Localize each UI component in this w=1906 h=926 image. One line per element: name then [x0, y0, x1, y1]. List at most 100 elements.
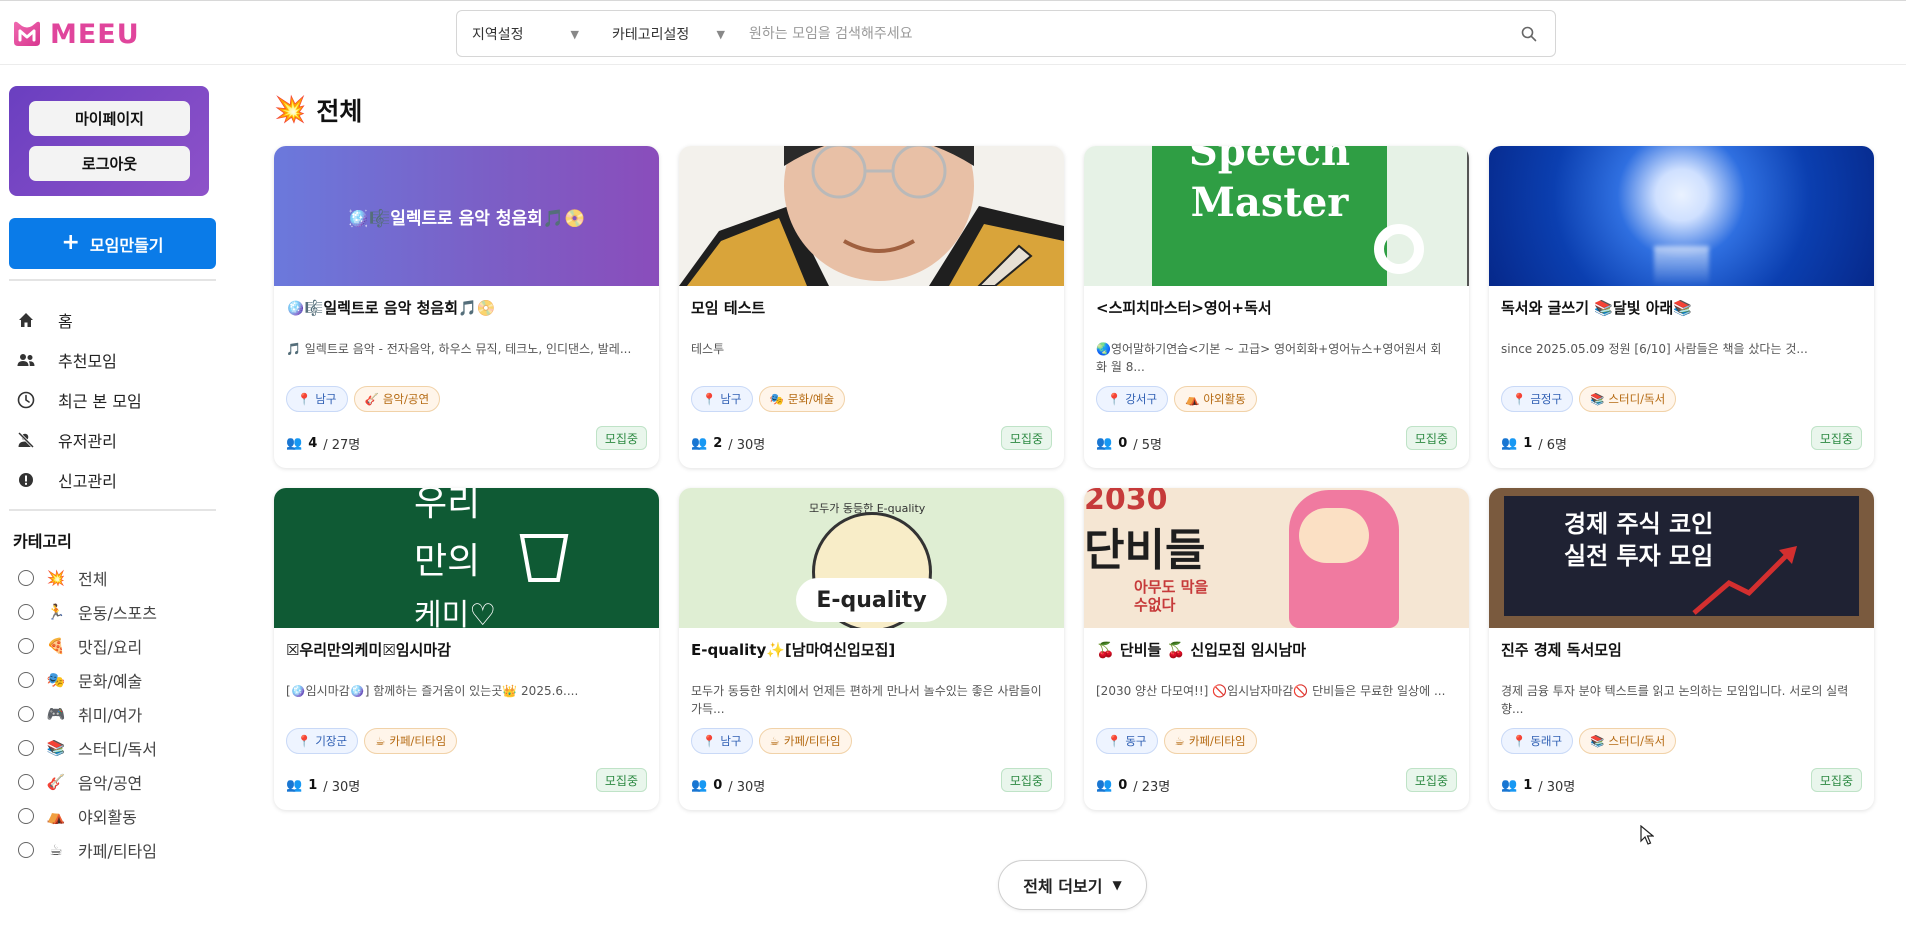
sidebar-item-user-management[interactable]: 유저관리 — [16, 424, 216, 456]
sidebar-item-recent[interactable]: 최근 본 모임 — [16, 384, 216, 416]
meeting-card[interactable]: 모두가 동등한 E-quality E-quality E-quality✨[남… — [679, 488, 1064, 810]
category-select[interactable]: 카테고리설정 ▼ — [597, 11, 737, 56]
card-tags: 📍 남구 🎭 문화/예술 — [691, 386, 846, 412]
category-filter-all[interactable]: 💥 전체 — [18, 564, 218, 592]
sidebar-item-label: 홈 — [58, 312, 73, 331]
card-title: 모임 테스트 — [691, 299, 766, 317]
category-filter-music[interactable]: 🎸 음악/공연 — [18, 768, 218, 796]
member-capacity: / 5명 — [1133, 438, 1162, 453]
mypage-button[interactable]: 마이페이지 — [29, 101, 190, 136]
category-filter-label: 문화/예술 — [78, 672, 143, 691]
coffee-icon: ☕ — [49, 841, 63, 859]
status-badge: 모집중 — [1405, 768, 1457, 792]
card-image: 경제 주식 코인 실전 투자 모임 — [1489, 488, 1874, 628]
radio-button[interactable] — [18, 808, 34, 824]
category-icon: 📚 — [1590, 392, 1605, 406]
category-filter-culture[interactable]: 🎭 문화/예술 — [18, 666, 218, 694]
category-filter-sports[interactable]: 🏃 운동/스포츠 — [18, 598, 218, 626]
member-current: 0 — [1118, 778, 1128, 793]
category-filter-study[interactable]: 📚 스터디/독서 — [18, 734, 218, 762]
poster-circle — [1374, 224, 1424, 274]
member-current: 1 — [1523, 436, 1533, 451]
radio-button[interactable] — [18, 842, 34, 858]
category-tag: 📚 스터디/독서 — [1579, 386, 1677, 412]
radio-button[interactable] — [18, 740, 34, 756]
category-filter-outdoor[interactable]: ⛺ 야외활동 — [18, 802, 218, 830]
radio-button[interactable] — [18, 706, 34, 722]
card-description: since 2025.05.09 정원 [6/10] 사람들은 책을 샀다는 것… — [1501, 342, 1808, 356]
sidebar-item-recommended[interactable]: 추천모임 — [16, 344, 216, 376]
guitar-icon: 🎸 — [46, 773, 66, 791]
search-input[interactable] — [737, 11, 1503, 56]
status-badge: 모집중 — [1405, 426, 1457, 450]
logout-button[interactable]: 로그아웃 — [29, 146, 190, 181]
card-image-title: 단비들 — [1084, 525, 1206, 576]
category-filter-food[interactable]: 🍕 맛집/요리 — [18, 632, 218, 660]
sidebar-item-report-management[interactable]: 신고관리 — [16, 464, 216, 496]
member-capacity: / 27명 — [323, 438, 361, 453]
location-text: 동구 — [1125, 734, 1147, 748]
location-tag: 📍 남구 — [691, 728, 753, 754]
load-more-button[interactable]: 전체 더보기 ▼ — [998, 860, 1147, 910]
search-button[interactable] — [1503, 11, 1555, 56]
meeting-card[interactable]: 경제 주식 코인 실전 투자 모임 진주 경제 독서모임 경제 금융 투자 분야… — [1489, 488, 1874, 810]
trend-arrow — [1692, 546, 1797, 615]
region-select[interactable]: 지역설정 ▼ — [457, 11, 597, 56]
radio-button[interactable] — [18, 774, 34, 790]
radio-button[interactable] — [18, 672, 34, 688]
radio-button[interactable] — [18, 570, 34, 586]
card-description: 모두가 동등한 위치에서 언제든 편하게 만나서 놀수있는 좋은 사람들이 가득… — [691, 684, 1042, 716]
category-tag: 📚 스터디/독서 — [1579, 728, 1677, 754]
card-title: 🍒 단비들 🍒 신입모집 임시남마 — [1096, 641, 1307, 659]
member-count: 👥 0 / 30명 — [691, 776, 765, 795]
card-title: E-quality✨[남마여신입모집] — [691, 641, 896, 659]
create-meeting-button[interactable]: + 모임만들기 — [9, 218, 216, 269]
card-image — [679, 146, 1064, 286]
category-filter-cafe[interactable]: ☕ 카페/티타임 — [18, 836, 218, 864]
card-description: 🎵 일렉트로 음악 - 전자음악, 하우스 뮤직, 테크노, 인디댄스, 발레.… — [286, 342, 632, 356]
radio-button[interactable] — [18, 638, 34, 654]
category-icon: ☕ — [1174, 734, 1185, 748]
portrait-illustration — [679, 146, 1064, 286]
sidebar-item-label: 유저관리 — [58, 432, 117, 451]
runner-icon: 🏃 — [46, 603, 66, 621]
category-tag: ☕ 카페/티타임 — [1163, 728, 1257, 754]
meeting-card[interactable]: 🪩🎼일렉트로 음악 청음회🎵📀 🪩🎼일렉트로 음악 청음회🎵📀 🎵 일렉트로 음… — [274, 146, 659, 468]
meeting-card[interactable]: Speech Master <스피치마스터>영어+독서 🌏영어말하기연습<기본 … — [1084, 146, 1469, 468]
card-description: 경제 금융 투자 분야 텍스트를 읽고 논의하는 모임입니다. 서로의 실력 향… — [1501, 684, 1849, 716]
chevron-down-icon: ▼ — [1112, 878, 1122, 892]
members-icon: 👥 — [691, 436, 708, 451]
app-logo[interactable]: MEEU — [12, 19, 140, 50]
category-filter-label: 취미/여가 — [78, 706, 143, 725]
category-icon: ☕ — [375, 734, 386, 748]
category-text: 스터디/독서 — [1608, 734, 1666, 748]
meeting-card[interactable]: 2030 단비들 아무도 막을수없다 🍒 단비들 🍒 신입모집 임시남마 [20… — [1084, 488, 1469, 810]
meeting-card[interactable]: 모임 테스트 테스투 📍 남구 🎭 문화/예술 👥 2 / 30명 모집중 — [679, 146, 1064, 468]
card-tags: 📍 동구 ☕ 카페/티타임 — [1096, 728, 1257, 754]
status-badge: 모집중 — [595, 426, 647, 450]
members-icon: 👥 — [286, 436, 303, 451]
card-title: ☒우리만의케미☒임시마감 — [286, 641, 451, 659]
radio-button[interactable] — [18, 604, 34, 620]
member-capacity: / 23명 — [1133, 780, 1171, 795]
category-text: 야외활동 — [1203, 392, 1246, 406]
pin-icon: 📍 — [1107, 392, 1122, 406]
pin-icon: 📍 — [702, 392, 717, 406]
clock-icon — [17, 391, 35, 409]
members-icon: 👥 — [1501, 436, 1518, 451]
category-text: 카페/티타임 — [389, 734, 447, 748]
category-filter-label: 운동/스포츠 — [78, 604, 157, 623]
meeting-card[interactable]: 독서와 글쓰기 📚달빛 아래📚 since 2025.05.09 정원 [6/1… — [1489, 146, 1874, 468]
category-filter-hobby[interactable]: 🎮 취미/여가 — [18, 700, 218, 728]
sidebar-item-home[interactable]: 홈 — [16, 304, 216, 336]
category-section-title: 카테고리 — [13, 532, 72, 551]
member-current: 1 — [308, 778, 318, 793]
character-face — [1299, 508, 1369, 563]
location-text: 남구 — [315, 392, 337, 406]
pin-icon: 📍 — [1512, 392, 1527, 406]
location-text: 기장군 — [315, 734, 348, 748]
member-count: 👥 4 / 27명 — [286, 434, 360, 453]
meeting-card[interactable]: 우리 만의 케미♡ ☒우리만의케미☒임시마감 [🪩임시마감🪩] 함께하는 즐거움… — [274, 488, 659, 810]
chevron-down-icon: ▼ — [716, 28, 725, 41]
theater-masks-icon: 🎭 — [46, 671, 66, 689]
